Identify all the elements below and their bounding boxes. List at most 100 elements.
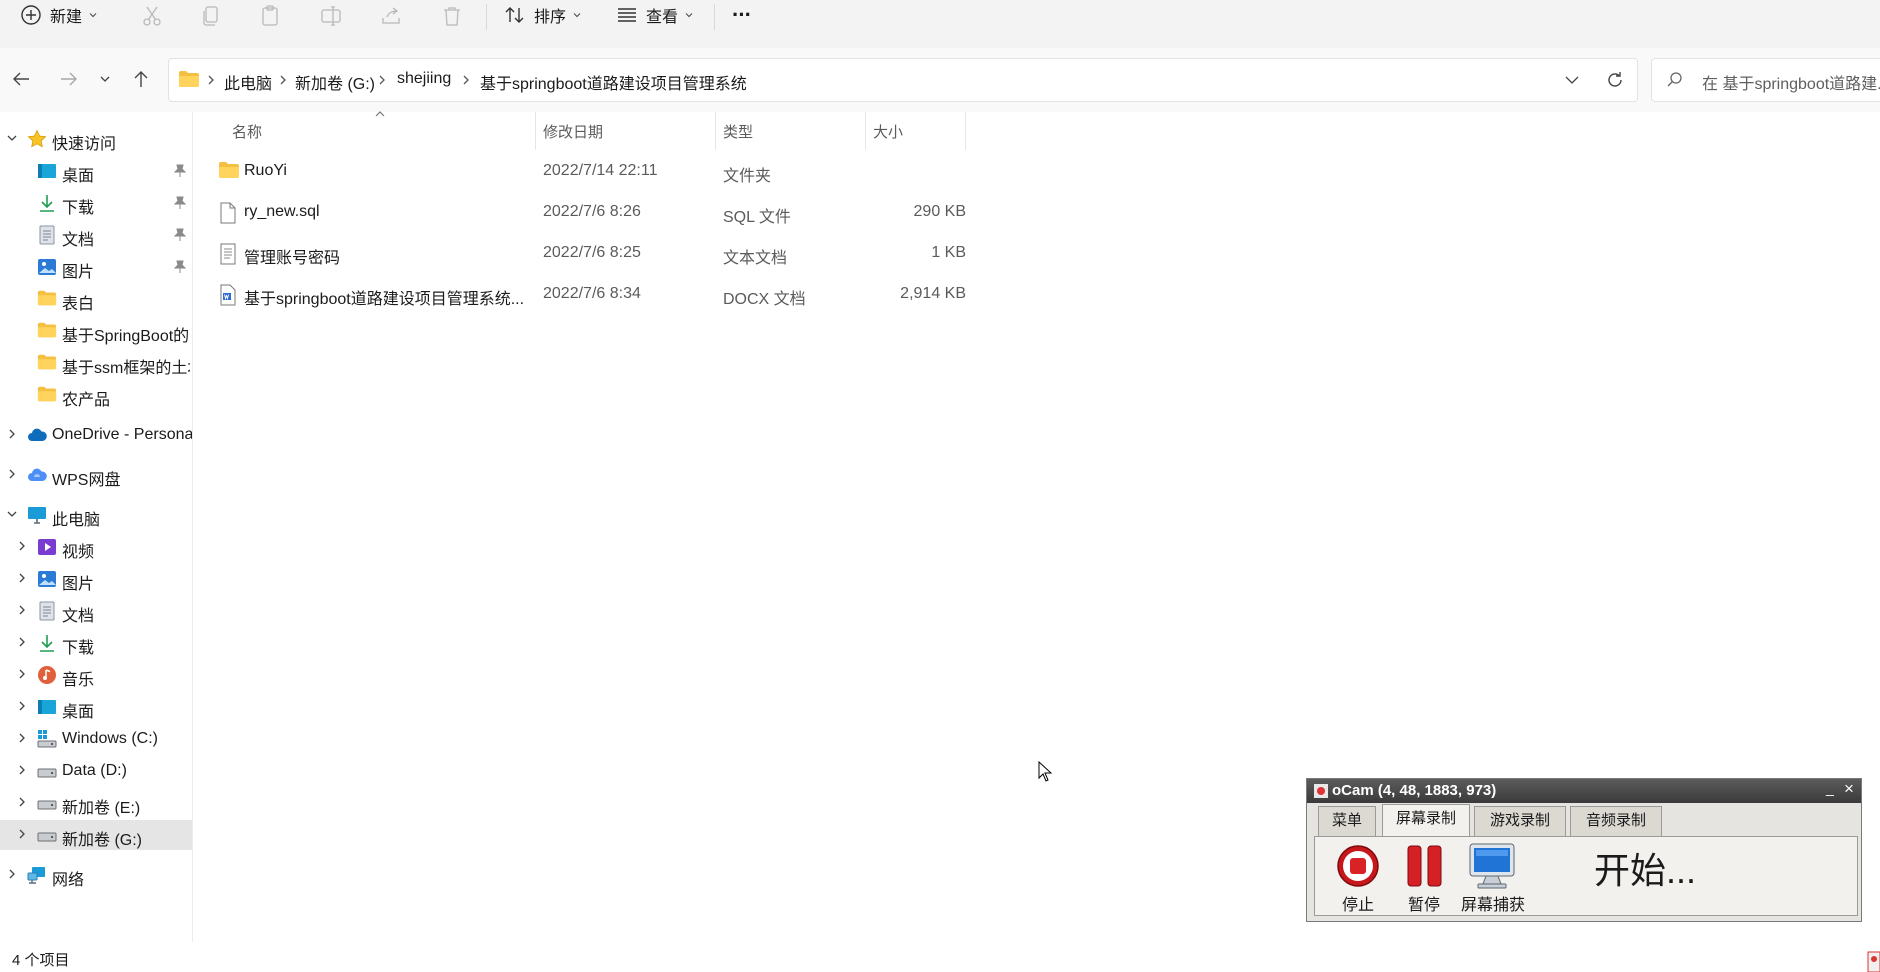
sidebar-label: 基于SpringBoot的 (62, 328, 190, 345)
ocam-tab-screen-record[interactable]: 屏幕录制 (1382, 804, 1470, 836)
sidebar-item-videos[interactable]: 视频 (0, 532, 192, 562)
ocam-tab-audio-record[interactable]: 音频录制 (1570, 806, 1662, 836)
column-divider[interactable] (715, 112, 716, 150)
sidebar-item-pictures[interactable]: 图片 (0, 564, 192, 594)
column-header-size[interactable]: 大小 (873, 121, 903, 142)
toolbar-divider (486, 4, 487, 30)
recent-locations-chevron-icon[interactable] (98, 68, 112, 90)
column-header-date[interactable]: 修改日期 (543, 121, 603, 142)
sidebar-item-drive-c[interactable]: Windows (C:) (0, 724, 192, 754)
file-row[interactable]: ry_new.sql 2022/7/6 8:26 SQL 文件 290 KB (214, 194, 966, 232)
paste-icon[interactable] (259, 4, 283, 28)
sidebar-item-desktop[interactable]: 桌面 (0, 692, 192, 722)
file-row[interactable]: RuoYi 2022/7/14 22:11 文件夹 (214, 153, 966, 191)
breadcrumb-current-folder[interactable]: 基于springboot道路建设项目管理系统 (480, 70, 747, 94)
cut-icon[interactable] (140, 4, 164, 28)
document-icon (37, 225, 57, 245)
back-arrow-icon[interactable] (11, 68, 33, 90)
sidebar-label: WPS网盘 (52, 472, 121, 489)
chevron-right-icon[interactable] (6, 428, 18, 440)
mouse-cursor-icon (1038, 761, 1052, 783)
new-button[interactable]: 新建 (20, 0, 98, 30)
share-icon[interactable] (379, 4, 403, 28)
pause-record-icon[interactable] (1406, 844, 1444, 888)
up-arrow-icon[interactable] (130, 68, 152, 90)
stop-record-icon[interactable] (1336, 844, 1380, 888)
stop-label: 停止 (1342, 897, 1375, 914)
breadcrumb-this-pc[interactable]: 此电脑 (224, 70, 272, 94)
sidebar-item-drive-d[interactable]: Data (D:) (0, 756, 192, 786)
chevron-right-icon[interactable] (16, 572, 28, 584)
view-button[interactable]: 查看 (616, 0, 694, 30)
chevron-right-icon[interactable] (16, 732, 28, 744)
sidebar-item-desktop[interactable]: 桌面 (0, 156, 192, 186)
view-lines-icon (616, 4, 638, 26)
sidebar-item-folder[interactable]: 基于SpringBoot的 (0, 316, 192, 346)
chevron-right-icon[interactable] (6, 468, 18, 480)
sidebar-item-folder[interactable]: 基于ssm框架的土地 (0, 348, 192, 378)
column-header-type[interactable]: 类型 (723, 121, 753, 142)
chevron-right-icon[interactable] (16, 668, 28, 680)
docx-icon (218, 284, 238, 306)
chevron-right-icon[interactable] (16, 828, 28, 840)
refresh-icon[interactable] (1605, 70, 1625, 90)
sidebar-label: 新加卷 (G:) (62, 832, 142, 849)
chevron-down-icon (88, 10, 98, 20)
column-divider[interactable] (535, 112, 536, 150)
sort-button[interactable]: 排序 (504, 0, 582, 30)
ocam-tab-game-record[interactable]: 游戏录制 (1474, 806, 1566, 836)
ocam-tab-menu[interactable]: 菜单 (1318, 806, 1376, 836)
chevron-right-icon[interactable] (6, 868, 18, 880)
drive-icon (37, 825, 57, 845)
chevron-right-icon[interactable] (16, 636, 28, 648)
pause-label: 暂停 (1408, 897, 1441, 914)
sidebar-item-folder[interactable]: 农产品 (0, 380, 192, 410)
sidebar-item-downloads[interactable]: 下载 (0, 188, 192, 218)
column-header-name[interactable]: 名称 (232, 121, 262, 142)
sidebar-this-pc[interactable]: 此电脑 (0, 500, 192, 530)
tray-ocam-icon[interactable] (1866, 950, 1880, 972)
ocam-minimize-button[interactable]: _ (1826, 780, 1834, 796)
sidebar-quick-access[interactable]: 快速访问 (0, 124, 192, 154)
sidebar-network[interactable]: 网络 (0, 860, 192, 890)
sidebar-label: 表白 (62, 296, 95, 313)
file-date: 2022/7/14 22:11 (543, 162, 658, 179)
chevron-down-icon[interactable] (6, 508, 18, 520)
sidebar-onedrive[interactable]: OneDrive - Persona (0, 420, 192, 450)
chevron-right-icon[interactable] (16, 540, 28, 552)
ocam-title: oCam (4, 48, 1883, 973) (1332, 782, 1497, 799)
sidebar-item-music[interactable]: 音乐 (0, 660, 192, 690)
chevron-right-icon[interactable] (16, 796, 28, 808)
copy-icon[interactable] (199, 4, 223, 28)
chevron-down-icon[interactable] (6, 132, 18, 144)
sidebar-item-drive-e[interactable]: 新加卷 (E:) (0, 788, 192, 818)
delete-icon[interactable] (440, 4, 464, 28)
column-divider[interactable] (965, 112, 966, 150)
forward-arrow-icon[interactable] (57, 68, 79, 90)
file-row[interactable]: 基于springboot道路建设项目管理系统... 2022/7/6 8:34 … (214, 276, 966, 314)
chevron-right-icon[interactable] (16, 604, 28, 616)
screen-capture-monitor-icon[interactable] (1468, 842, 1516, 890)
file-size: 2,914 KB (900, 285, 966, 302)
ocam-close-button[interactable]: × (1844, 779, 1854, 799)
sidebar-item-downloads[interactable]: 下载 (0, 628, 192, 658)
sidebar-item-documents[interactable]: 文档 (0, 220, 192, 250)
chevron-right-icon[interactable] (16, 764, 28, 776)
more-options-button[interactable]: ··· (732, 0, 752, 30)
breadcrumb-shejiing[interactable]: shejiing (397, 70, 451, 88)
pin-icon (174, 196, 186, 210)
chevron-right-icon[interactable] (16, 700, 28, 712)
star-icon (27, 129, 47, 149)
sidebar-item-documents[interactable]: 文档 (0, 596, 192, 626)
sidebar-item-folder[interactable]: 表白 (0, 284, 192, 314)
column-divider[interactable] (865, 112, 866, 150)
sidebar-item-drive-g[interactable]: 新加卷 (G:) (0, 820, 192, 850)
address-dropdown-chevron-icon[interactable] (1564, 72, 1580, 88)
rename-icon[interactable] (319, 4, 343, 28)
sidebar-item-pictures[interactable]: 图片 (0, 252, 192, 282)
file-row[interactable]: 管理账号密码 2022/7/6 8:25 文本文档 1 KB (214, 235, 966, 273)
sidebar-label: 基于ssm框架的土地 (62, 360, 190, 377)
sidebar-wps-drive[interactable]: WPS网盘 (0, 460, 192, 490)
breadcrumb-drive-g[interactable]: 新加卷 (G:) (295, 70, 375, 94)
navigation-pane: 快速访问 桌面 下载 文档 图片 表白 基于SpringBoot的 基于ssm框… (0, 112, 193, 942)
